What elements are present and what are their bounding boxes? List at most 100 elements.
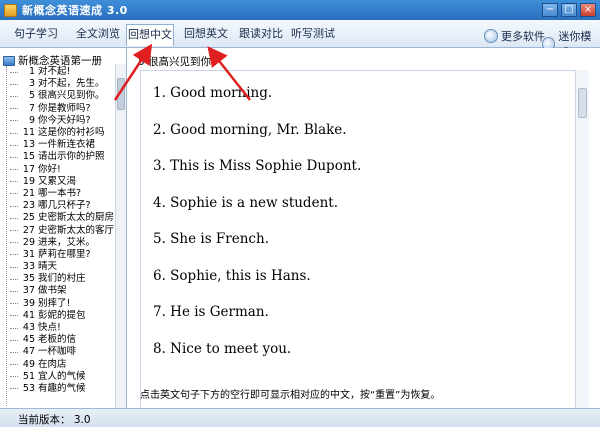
sentence-line[interactable]: 5. She is French. bbox=[153, 231, 269, 247]
lesson-item[interactable]: 31 萨莉在哪里? bbox=[0, 249, 114, 261]
lesson-title: 在肉店 bbox=[38, 358, 67, 370]
lesson-item[interactable]: 43 快点! bbox=[0, 322, 114, 334]
tab-recall-chinese[interactable]: 回想中文 bbox=[126, 24, 174, 46]
tab-dictation[interactable]: 听写测试 bbox=[290, 24, 336, 46]
lesson-item[interactable]: 51 宜人的气候 bbox=[0, 371, 114, 383]
lesson-number: 45 bbox=[22, 334, 35, 346]
tree-connector bbox=[10, 278, 18, 280]
lesson-number: 11 bbox=[22, 127, 35, 139]
lesson-item[interactable]: 33 晴天 bbox=[0, 261, 114, 273]
lesson-number: 41 bbox=[22, 309, 35, 321]
lesson-title: 我们的村庄 bbox=[38, 273, 86, 285]
lesson-title: 你今天好吗? bbox=[38, 114, 91, 126]
lesson-item[interactable]: 13 一件新连衣裙 bbox=[0, 139, 114, 151]
lesson-item[interactable]: 49 在肉店 bbox=[0, 359, 114, 371]
version-status: 当前版本： 3.0 bbox=[18, 414, 91, 426]
lesson-number: 53 bbox=[22, 382, 35, 394]
lesson-item[interactable]: 39 别摔了! bbox=[0, 298, 114, 310]
tree-connector bbox=[10, 132, 18, 134]
lesson-title: 别摔了! bbox=[38, 297, 71, 309]
sidebar-scrollbar[interactable] bbox=[115, 64, 126, 408]
tree-connector bbox=[10, 315, 18, 317]
tree-connector bbox=[10, 217, 18, 219]
tab-sentence-study[interactable]: 句子学习 bbox=[10, 24, 62, 46]
sentence-line[interactable]: 6. Sophie, this is Hans. bbox=[153, 268, 311, 284]
tree-connector bbox=[10, 205, 18, 207]
content-scrollbar[interactable] bbox=[575, 70, 589, 414]
tab-recall-english[interactable]: 回想英文 bbox=[180, 24, 232, 46]
lesson-title: 快点! bbox=[38, 322, 61, 334]
lesson-item[interactable]: 45 老板的信 bbox=[0, 334, 114, 346]
tree-connector bbox=[10, 303, 18, 305]
sentence-line[interactable]: 8. Nice to meet you. bbox=[153, 341, 291, 357]
tree-connector bbox=[10, 156, 18, 158]
tree-connector bbox=[10, 327, 18, 329]
toolbar: 句子学习 全文浏览 回想中文 回想英文 跟读对比 听写测试 更多软件 迷你模式 bbox=[0, 20, 600, 59]
maximize-button[interactable]: □ bbox=[561, 3, 577, 17]
lesson-number: 31 bbox=[22, 248, 35, 260]
more-software-link[interactable]: 更多软件 bbox=[484, 28, 545, 44]
lesson-item[interactable]: 15 请出示你的护照 bbox=[0, 151, 114, 163]
tree-connector bbox=[10, 388, 18, 390]
lesson-item[interactable]: 29 进来，艾米。 bbox=[0, 237, 114, 249]
tree-connector bbox=[10, 376, 18, 378]
sentence-line[interactable]: 2. Good morning, Mr. Blake. bbox=[153, 122, 347, 138]
lesson-breadcrumb: 5 很高兴见到你。 bbox=[138, 56, 222, 68]
lesson-item[interactable]: 9 你今天好吗? bbox=[0, 115, 114, 127]
lesson-item[interactable]: 21 哪一本书? bbox=[0, 188, 114, 200]
lesson-item[interactable]: 23 哪几只杯子? bbox=[0, 200, 114, 212]
lesson-item[interactable]: 41 彭妮的提包 bbox=[0, 310, 114, 322]
lesson-item[interactable]: 35 我们的村庄 bbox=[0, 273, 114, 285]
tree-connector bbox=[10, 120, 18, 122]
sidebar-scroll-thumb[interactable] bbox=[117, 78, 125, 110]
lesson-title: 一件新连衣裙 bbox=[38, 139, 96, 151]
content-scroll-thumb[interactable] bbox=[578, 88, 587, 118]
lesson-title: 进来，艾米。 bbox=[38, 236, 96, 248]
close-button[interactable]: × bbox=[580, 3, 596, 17]
lesson-title: 这是你的衬衫吗 bbox=[38, 127, 105, 139]
lesson-item[interactable]: 7 你是教师吗? bbox=[0, 103, 114, 115]
lesson-title: 有趣的气候 bbox=[38, 382, 86, 394]
lesson-title: 一杯咖啡 bbox=[38, 346, 77, 358]
sentence-panel: 1. Good morning. 2. Good morning, Mr. Bla… bbox=[140, 70, 577, 414]
sentence-line[interactable]: 3. This is Miss Sophie Dupont. bbox=[153, 158, 361, 174]
tree-connector bbox=[10, 71, 18, 73]
lesson-item[interactable]: 47 一杯咖啡 bbox=[0, 346, 114, 358]
lesson-item[interactable]: 17 你好! bbox=[0, 164, 114, 176]
lesson-item[interactable]: 27 史密斯太太的客厅 bbox=[0, 224, 114, 236]
lesson-item[interactable]: 53 有趣的气候 bbox=[0, 383, 114, 395]
sentence-line[interactable]: 1. Good morning. bbox=[153, 85, 272, 101]
lesson-number: 23 bbox=[22, 200, 35, 212]
status-bar: 当前版本： 3.0 bbox=[0, 408, 600, 427]
lesson-item[interactable]: 1 对不起! bbox=[0, 66, 114, 78]
tree-connector bbox=[10, 266, 18, 268]
lesson-item[interactable]: 25 史密斯太太的厨房 bbox=[0, 212, 114, 224]
tree-connector bbox=[10, 242, 18, 244]
book-icon bbox=[3, 55, 15, 66]
hint-text: 点击英文句子下方的空行即可显示相对应的中文，按“重置”为恢复。 bbox=[140, 390, 441, 401]
app-icon bbox=[4, 3, 17, 17]
lesson-item[interactable]: 11 这是你的衬衫吗 bbox=[0, 127, 114, 139]
lesson-item[interactable]: 5 很高兴见到你。 bbox=[0, 90, 114, 102]
lesson-number: 39 bbox=[22, 297, 35, 309]
content-area: 5 很高兴见到你。 1. Good morning. 2. Good mornin… bbox=[128, 48, 600, 414]
lesson-title: 宜人的气候 bbox=[38, 370, 86, 382]
minimize-button[interactable]: − bbox=[542, 3, 558, 17]
tab-read-along[interactable]: 跟读对比 bbox=[238, 24, 284, 46]
lesson-number: 35 bbox=[22, 273, 35, 285]
lesson-list: 1 对不起! 3 对不起，先生。 5 很高兴见到你。 7 你是教师吗? 9 你今天好吗? 11 这是你… bbox=[0, 66, 114, 408]
lesson-title: 请出示你的护照 bbox=[38, 151, 105, 163]
lesson-number: 43 bbox=[22, 322, 35, 334]
lesson-number: 25 bbox=[22, 212, 35, 224]
lesson-item[interactable]: 3 对不起，先生。 bbox=[0, 78, 114, 90]
lesson-number: 3 bbox=[28, 78, 35, 90]
tree-connector bbox=[10, 95, 18, 97]
tree-connector bbox=[10, 83, 18, 85]
tab-full-text[interactable]: 全文浏览 bbox=[70, 24, 126, 46]
sentence-line[interactable]: 4. Sophie is a new student. bbox=[153, 195, 338, 211]
lesson-number: 47 bbox=[22, 346, 35, 358]
tree-connector bbox=[10, 144, 18, 146]
lesson-item[interactable]: 19 又累又渴 bbox=[0, 176, 114, 188]
sentence-line[interactable]: 7. He is German. bbox=[153, 304, 269, 320]
lesson-item[interactable]: 37 做书架 bbox=[0, 285, 114, 297]
